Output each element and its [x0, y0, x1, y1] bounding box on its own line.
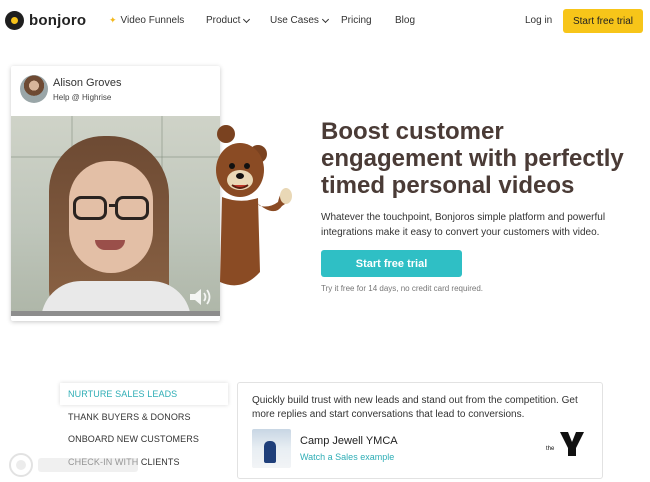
watch-sales-example-link[interactable]: Watch a Sales example	[300, 452, 394, 462]
nav-item-product[interactable]: Product	[206, 15, 251, 26]
login-link[interactable]: Log in	[525, 15, 552, 26]
tab-label: THANK BUYERS & DONORS	[68, 412, 191, 422]
nav-item-label: Use Cases	[270, 15, 319, 26]
chevron-down-icon	[321, 15, 329, 23]
nav-item-blog[interactable]: Blog	[395, 15, 415, 26]
video-card: Alison Groves Help @ Highrise	[11, 66, 220, 321]
use-case-description: Quickly build trust with new leads and s…	[252, 395, 578, 420]
start-free-trial-hero-button[interactable]: Start free trial	[321, 250, 462, 277]
sparkle-icon: ✦	[109, 15, 117, 25]
video-card-header: Alison Groves Help @ Highrise	[11, 66, 220, 116]
avatar	[20, 75, 48, 103]
top-nav: bonjoro ✦ Video Funnels Product Use Case…	[0, 0, 650, 42]
speaker-icon[interactable]	[188, 287, 214, 307]
bonjoro-logo-icon	[5, 11, 24, 30]
case-study-person	[264, 441, 276, 463]
case-study-thumbnail[interactable]	[252, 429, 291, 468]
watermark-icon	[9, 453, 138, 477]
login-label: Log in	[525, 15, 553, 26]
chevron-down-icon	[243, 15, 251, 23]
sender-role: Help @ Highrise	[53, 93, 112, 102]
ymca-logo-icon: the	[546, 432, 584, 456]
glasses-lens	[73, 196, 107, 220]
video-player[interactable]	[11, 116, 220, 316]
nav-item-pricing[interactable]: Pricing	[341, 15, 372, 26]
nav-item-label: Video Funnels	[120, 15, 185, 26]
tab-nurture-sales-leads[interactable]: NURTURE SALES LEADS	[60, 383, 228, 405]
tab-label: ONBOARD NEW CUSTOMERS	[68, 434, 199, 444]
trial-note: Try it free for 14 days, no credit card …	[321, 284, 483, 293]
tab-onboard-new-customers[interactable]: ONBOARD NEW CUSTOMERS	[60, 428, 228, 450]
case-study-title: Camp Jewell YMCA	[300, 435, 398, 447]
tab-label: NURTURE SALES LEADS	[68, 389, 178, 399]
nav-item-label: Blog	[395, 15, 416, 26]
brand-name: bonjoro	[29, 12, 87, 29]
sender-name: Alison Groves	[53, 77, 122, 89]
hero-title: Boost customer engagement with perfectly…	[321, 118, 624, 199]
start-free-trial-nav-button[interactable]: Start free trial	[563, 9, 643, 33]
tab-thank-buyers-donors[interactable]: THANK BUYERS & DONORS	[60, 406, 228, 428]
nav-item-video-funnels[interactable]: ✦ Video Funnels	[109, 15, 184, 26]
use-case-panel: Quickly build trust with new leads and s…	[237, 382, 603, 479]
video-progress-bar[interactable]	[11, 311, 220, 316]
bonjoro-logo[interactable]: bonjoro	[5, 11, 86, 30]
nav-item-label: Pricing	[341, 15, 372, 26]
glasses-lens	[115, 196, 149, 220]
hero-subtitle: Whatever the touchpoint, Bonjoros simple…	[321, 212, 606, 238]
nav-item-use-cases[interactable]: Use Cases	[270, 15, 329, 26]
svg-text:the: the	[546, 446, 555, 452]
nav-item-label: Product	[206, 15, 241, 26]
glasses-bridge	[109, 204, 117, 207]
bear-mascot-icon	[216, 125, 292, 286]
